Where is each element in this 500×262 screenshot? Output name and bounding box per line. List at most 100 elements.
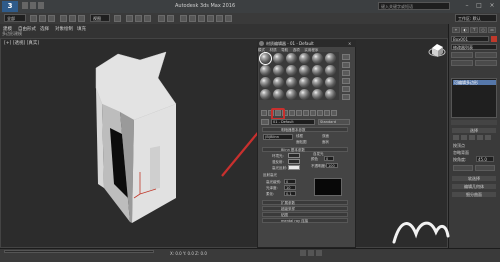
modify-tab-icon[interactable]: ◐	[461, 27, 469, 33]
scale-icon[interactable]	[78, 15, 85, 22]
rollout-maps[interactable]: 贴图	[262, 212, 348, 217]
copy-material-icon[interactable]	[289, 110, 295, 116]
material-sphere-icon[interactable]	[273, 77, 284, 88]
put-to-library-icon[interactable]	[303, 110, 309, 116]
extrude-button[interactable]	[475, 60, 497, 66]
ambient-color-swatch[interactable]	[288, 153, 300, 158]
material-editor-icon[interactable]	[207, 15, 214, 22]
modifier-list-dropdown[interactable]: 修改器列表	[451, 44, 497, 50]
motion-tab-icon[interactable]: ○	[479, 27, 487, 33]
material-sphere-icon[interactable]	[273, 53, 284, 64]
material-sphere-icon[interactable]	[299, 65, 310, 76]
curve-editor-icon[interactable]	[189, 15, 196, 22]
material-sphere-icon[interactable]	[273, 89, 284, 100]
backlight-icon[interactable]	[342, 62, 350, 68]
material-sphere-icon[interactable]	[325, 77, 336, 88]
material-sphere-icon[interactable]	[325, 89, 336, 100]
object-name-field[interactable]: Box001	[451, 36, 489, 42]
wire-checkbox[interactable]: 线框	[296, 134, 303, 139]
layer-icon[interactable]	[180, 15, 187, 22]
material-name-field[interactable]: 01 - Default	[271, 119, 315, 125]
rollout-supersampling[interactable]: 超级采样	[262, 206, 348, 211]
search-input[interactable]: 键入关键字或短语	[378, 2, 450, 10]
blinn-params-header[interactable]: Blinn 基本参数	[262, 147, 348, 152]
view-cube-icon[interactable]	[428, 44, 446, 57]
angle-field[interactable]: 45.0	[476, 156, 494, 162]
render-setup-icon[interactable]	[216, 15, 223, 22]
render-icon[interactable]	[225, 15, 232, 22]
material-sphere-icon[interactable]	[312, 77, 323, 88]
ignore-backfacing-checkbox[interactable]: 忽略背面	[453, 150, 469, 156]
material-sphere-icon[interactable]	[273, 65, 284, 76]
create-tab-icon[interactable]: +	[452, 27, 460, 33]
workspace-dropdown[interactable]: 工作区: 默认	[455, 14, 497, 22]
quick-access-open-icon[interactable]	[30, 2, 36, 9]
material-sphere-icon[interactable]	[312, 89, 323, 100]
material-sphere-icon[interactable]	[286, 77, 297, 88]
star-box-object[interactable]	[95, 51, 177, 223]
pick-material-icon[interactable]	[261, 119, 269, 125]
vertex-mode-icon[interactable]	[453, 135, 459, 140]
rotate-icon[interactable]	[69, 15, 76, 22]
make-preview-icon[interactable]	[342, 94, 350, 100]
shrink-button[interactable]	[453, 165, 473, 171]
app-logo-icon[interactable]: 3	[2, 1, 18, 12]
mirror-icon[interactable]	[158, 15, 165, 22]
material-sphere-icon[interactable]	[260, 89, 271, 100]
percent-snap-icon[interactable]	[144, 15, 151, 22]
display-tab-icon[interactable]: ▭	[488, 27, 496, 33]
rollout-mental-ray[interactable]: mental ray 连接	[262, 218, 348, 223]
grow-button[interactable]	[475, 165, 495, 171]
tab-object-paint[interactable]: 对象绘制	[55, 26, 73, 32]
rollout-edit-geometry[interactable]: 编辑几何体	[452, 184, 496, 189]
polygon-mode-icon[interactable]	[477, 135, 483, 140]
move-icon[interactable]	[60, 15, 67, 22]
uvw-map-button[interactable]	[475, 52, 497, 58]
select-by-name-icon[interactable]	[39, 15, 46, 22]
edit-poly-button[interactable]	[451, 52, 473, 58]
region-select-icon[interactable]	[48, 15, 55, 22]
close-icon[interactable]: ×	[487, 2, 497, 10]
minimize-icon[interactable]: –	[462, 2, 472, 10]
video-color-check-icon[interactable]	[342, 86, 350, 92]
material-sphere-icon[interactable]	[299, 77, 310, 88]
spec-level-field[interactable]: 0	[284, 179, 296, 184]
soften-field[interactable]: 0.1	[284, 191, 296, 196]
select-object-icon[interactable]	[30, 15, 37, 22]
by-vertex-checkbox[interactable]: 按顶点	[453, 143, 465, 149]
by-angle-checkbox[interactable]: 按角度:	[453, 157, 466, 163]
shader-params-header[interactable]: 明暗器基本参数	[262, 127, 348, 132]
time-slider[interactable]	[4, 250, 154, 253]
reference-coord-dropdown[interactable]: 视图	[90, 14, 110, 22]
background-icon[interactable]	[342, 70, 350, 76]
snap-icon[interactable]	[126, 15, 133, 22]
align-icon[interactable]	[167, 15, 174, 22]
tab-populate[interactable]: 填充	[77, 26, 86, 32]
material-sphere-icon[interactable]	[259, 52, 272, 65]
go-to-parent-icon[interactable]	[331, 110, 337, 116]
material-id-icon[interactable]	[310, 110, 316, 116]
play-icon[interactable]	[300, 250, 306, 256]
specular-color-swatch[interactable]	[288, 165, 300, 170]
rollout-selection[interactable]: 选择	[452, 128, 496, 133]
shell-button[interactable]	[451, 60, 473, 66]
material-sphere-icon[interactable]	[299, 89, 310, 100]
faceted-checkbox[interactable]: 面状	[322, 140, 329, 145]
material-sphere-icon[interactable]	[286, 65, 297, 76]
glossiness-field[interactable]: 10	[284, 185, 296, 190]
material-type-button[interactable]: Standard	[318, 119, 350, 125]
material-sphere-icon[interactable]	[325, 53, 336, 64]
element-mode-icon[interactable]	[485, 135, 491, 140]
diffuse-color-swatch[interactable]	[288, 159, 300, 164]
material-sphere-icon[interactable]	[286, 53, 297, 64]
object-color-swatch[interactable]	[491, 36, 497, 42]
hierarchy-tab-icon[interactable]: ⊤	[470, 27, 478, 33]
schematic-icon[interactable]	[198, 15, 205, 22]
show-end-result-icon[interactable]	[324, 110, 330, 116]
rollout-extended-params[interactable]: 扩展参数	[262, 200, 348, 205]
shader-dropdown[interactable]: (B)Blinn	[263, 134, 293, 140]
next-frame-icon[interactable]	[308, 250, 314, 256]
face-map-checkbox[interactable]: 面贴图	[296, 140, 307, 145]
rollout-soft-selection[interactable]: 软选择	[452, 176, 496, 181]
material-sphere-icon[interactable]	[312, 53, 323, 64]
